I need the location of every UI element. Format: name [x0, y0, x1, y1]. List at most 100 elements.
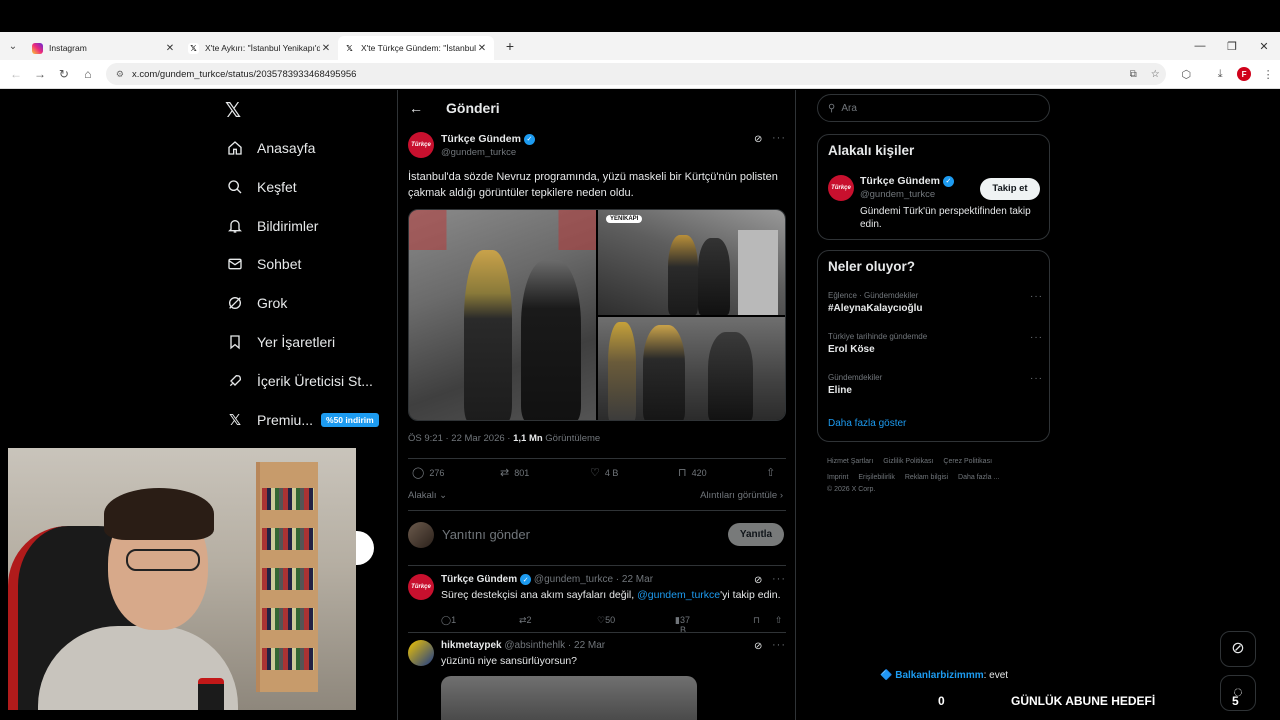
extensions-icon[interactable]: ⬡: [1174, 68, 1198, 81]
url-field[interactable]: ⚙ x.com/gundem_turkce/status/20357839334…: [105, 63, 1167, 85]
reply-handle[interactable]: @absinthehlk: [504, 640, 565, 651]
maximize-icon[interactable]: ❐: [1216, 40, 1248, 53]
tab-close-icon[interactable]: ✕: [320, 43, 332, 54]
browser-tab-turkce-gundem[interactable]: 𝕏 X'te Türkçe Gündem: "İstanbul ✕: [338, 36, 494, 60]
x-logo-icon[interactable]: 𝕏: [225, 98, 247, 122]
mention-link[interactable]: @gundem_turkce: [637, 589, 720, 601]
reply-submit-button[interactable]: Yanıtla: [728, 523, 784, 546]
browser-menu-icon[interactable]: ⋮: [1256, 68, 1280, 81]
close-window-icon[interactable]: ✕: [1248, 40, 1280, 53]
browser-tab-aykiri[interactable]: 𝕏 X'te Aykırı: "İstanbul Yenikapı'da ✕: [182, 36, 338, 60]
trend-item[interactable]: Eğlence · Gündemdekiler #AleynaKalaycıoğ…: [828, 291, 1043, 314]
star-icon[interactable]: ☆: [1144, 69, 1166, 80]
download-icon[interactable]: ⤓: [1208, 68, 1232, 81]
post-media-grid[interactable]: YENİKAPI: [408, 209, 786, 421]
footer-link[interactable]: Hizmet Şartları: [827, 458, 873, 465]
footer-link[interactable]: Erişilebilirlik: [858, 474, 895, 481]
post-button[interactable]: [354, 531, 374, 565]
more-options-icon[interactable]: ···: [1030, 373, 1043, 384]
reply-date[interactable]: · 22 Mar: [568, 640, 605, 651]
reply-input[interactable]: Yanıtını gönder: [442, 527, 530, 542]
home-browser-icon[interactable]: ⌂: [76, 67, 100, 81]
person-handle[interactable]: @gundem_turkce: [860, 189, 935, 200]
reply-date[interactable]: · 22 Mar: [616, 574, 653, 585]
site-info-icon[interactable]: ⚙: [116, 69, 124, 80]
reply-author[interactable]: Türkçe Gündem: [441, 574, 517, 585]
footer-link[interactable]: Imprint: [827, 474, 848, 481]
search-input[interactable]: ⚲ Ara: [817, 94, 1050, 122]
avatar[interactable]: [408, 640, 434, 666]
footer-link[interactable]: Reklam bilgisi: [905, 474, 948, 481]
media-image-1[interactable]: [409, 210, 596, 420]
profile-extension-icon[interactable]: F: [1232, 67, 1256, 81]
verified-badge-icon: ✓: [523, 133, 535, 145]
avatar[interactable]: Türkçe: [828, 175, 854, 201]
grok-explain-icon[interactable]: ⊘: [754, 641, 762, 652]
author-handle[interactable]: @gundem_turkce: [441, 147, 516, 158]
new-tab-button[interactable]: +: [500, 36, 520, 56]
avatar[interactable]: Türkçe: [408, 132, 434, 158]
nav-item-notifications[interactable]: Bildirimler: [227, 212, 318, 240]
share-icon[interactable]: ⇧: [775, 615, 783, 626]
repost-action[interactable]: ⇄ 801: [500, 466, 529, 479]
media-image-3[interactable]: [598, 317, 785, 420]
views-action[interactable]: ▮ 37 B: [675, 615, 690, 635]
browser-tabbar: ⌄ Instagram ✕ 𝕏 X'te Aykırı: "İstanbul Y…: [0, 32, 1280, 60]
footer-link[interactable]: Gizlilik Politikası: [883, 458, 933, 465]
install-app-icon[interactable]: ⧉: [1122, 69, 1144, 80]
like-action[interactable]: ♡ 4 B: [590, 466, 618, 479]
reply-media-image[interactable]: [441, 676, 697, 720]
post-timestamp[interactable]: ÖS 9:21 · 22 Mar 2026 ·: [408, 433, 510, 444]
more-options-icon[interactable]: ···: [1030, 332, 1043, 343]
more-options-icon[interactable]: ···: [772, 573, 786, 585]
like-action[interactable]: ♡ 50: [597, 615, 615, 626]
nav-item-bookmarks[interactable]: Yer İşaretleri: [227, 328, 335, 356]
forward-icon[interactable]: →: [28, 67, 52, 81]
bookmark-action[interactable]: ⊓ 420: [678, 466, 707, 479]
reply-author[interactable]: hikmetaypek: [441, 640, 502, 651]
show-more-link[interactable]: Daha fazla göster: [828, 418, 906, 429]
more-options-icon[interactable]: ···: [772, 639, 786, 651]
tab-close-icon[interactable]: ✕: [476, 43, 488, 54]
nav-item-explore[interactable]: Keşfet: [227, 173, 297, 201]
tab-search-chevron-icon[interactable]: ⌄: [0, 41, 26, 52]
nav-item-creator-studio[interactable]: İçerik Üreticisi St...: [227, 367, 373, 395]
reply-action[interactable]: ◯ 1: [441, 615, 456, 626]
browser-tab-instagram[interactable]: Instagram ✕: [26, 36, 182, 60]
reply-item[interactable]: Türkçe Türkçe Gündem ✓ @gundem_turkce · 2…: [408, 573, 788, 635]
footer-link[interactable]: Çerez Politikası: [943, 458, 992, 465]
more-options-icon[interactable]: ···: [1030, 291, 1043, 302]
sort-replies-dropdown[interactable]: Alakalı ⌄: [408, 490, 447, 501]
x-icon: 𝕏: [228, 412, 242, 429]
bookmark-icon[interactable]: ⊓: [753, 615, 760, 626]
footer-link[interactable]: Daha fazla ...: [958, 474, 999, 481]
grok-explain-icon[interactable]: ⊘: [754, 575, 762, 586]
reply-item[interactable]: hikmetaypek @absinthehlk · 22 Mar ⊘ ··· …: [408, 639, 788, 720]
repost-action[interactable]: ⇄ 2: [519, 615, 532, 626]
grok-explain-icon[interactable]: ⊘: [754, 134, 762, 145]
avatar[interactable]: Türkçe: [408, 574, 434, 600]
nav-item-home[interactable]: Anasayfa: [227, 134, 315, 162]
nav-item-premium[interactable]: 𝕏 Premiu... %50 indirim: [227, 406, 379, 434]
share-action[interactable]: ⇧: [766, 466, 780, 479]
trend-item[interactable]: Gündemdekiler Eline ···: [828, 373, 1043, 396]
more-options-icon[interactable]: ···: [772, 132, 786, 144]
grok-floating-icon[interactable]: ⊘: [1220, 631, 1256, 667]
author-name[interactable]: Türkçe Gündem ✓: [441, 133, 535, 145]
follow-button[interactable]: Takip et: [980, 178, 1040, 200]
nav-item-grok[interactable]: Grok: [227, 289, 287, 317]
view-quotes-link[interactable]: Alıntıları görüntüle ›: [700, 490, 783, 501]
person-name[interactable]: Türkçe Gündem ✓: [860, 175, 954, 187]
back-icon[interactable]: ←: [4, 67, 28, 81]
reload-icon[interactable]: ↻: [52, 67, 76, 81]
reply-action[interactable]: ◯ 276: [412, 466, 444, 479]
back-arrow-icon[interactable]: ←: [398, 100, 434, 116]
tab-close-icon[interactable]: ✕: [164, 43, 176, 54]
my-avatar[interactable]: [408, 522, 434, 548]
rocket-icon: [227, 373, 243, 389]
minimize-icon[interactable]: —: [1184, 40, 1216, 53]
media-image-2[interactable]: YENİKAPI: [598, 210, 785, 315]
nav-item-messages[interactable]: Sohbet: [227, 250, 301, 278]
trend-item[interactable]: Türkiye tarihinde gündemde Erol Köse ···: [828, 332, 1043, 355]
reply-handle[interactable]: @gundem_turkce: [534, 574, 613, 585]
